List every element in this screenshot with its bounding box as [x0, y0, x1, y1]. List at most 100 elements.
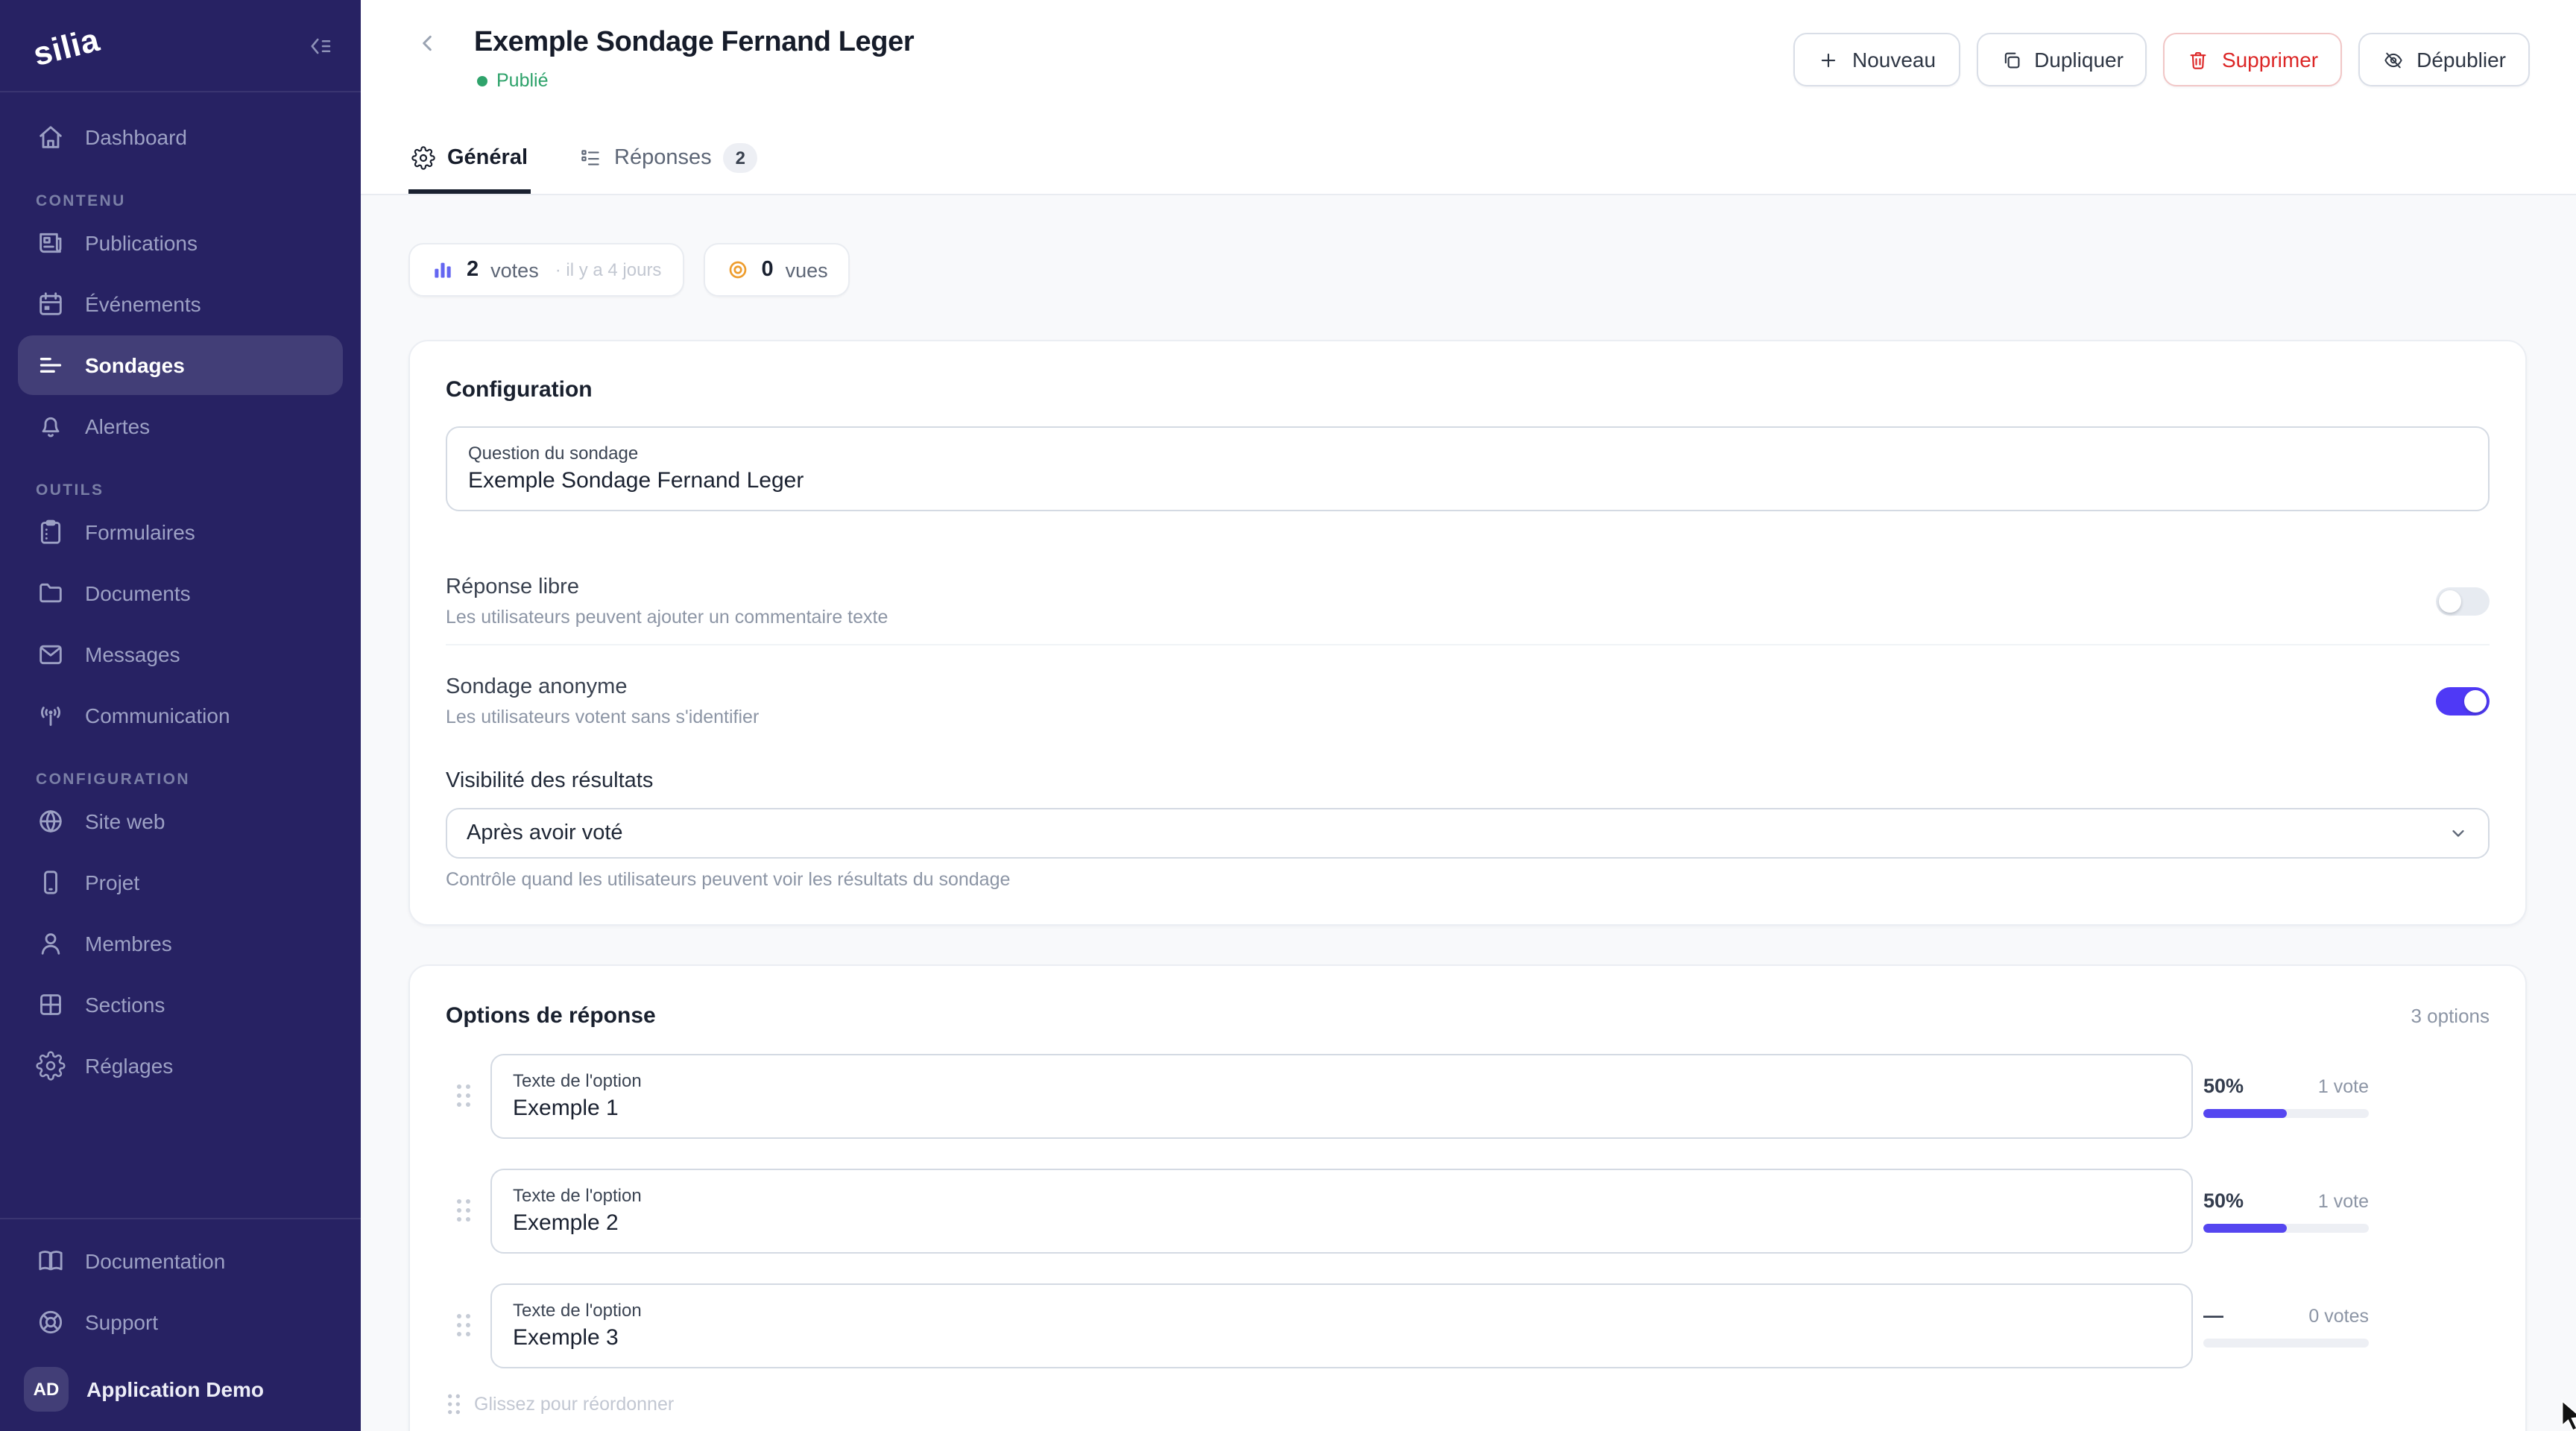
tab-general[interactable]: Général [408, 143, 531, 194]
sidebar-item-label: Membres [85, 932, 172, 955]
visibility-helper: Contrôle quand les utilisateurs peuvent … [446, 869, 2490, 891]
user-icon [36, 929, 66, 958]
drag-handle-icon[interactable] [446, 1198, 482, 1225]
sidebar-item-alertes[interactable]: Alertes [18, 397, 343, 456]
unpublish-button[interactable]: Dépublier [2358, 33, 2530, 86]
globe-icon [36, 806, 66, 836]
anonymous-poll-description: Les utilisateurs votent sans s'identifie… [446, 707, 759, 729]
new-button[interactable]: Nouveau [1794, 33, 1960, 86]
sidebar-item-label: Documentation [85, 1249, 225, 1273]
bell-icon [36, 411, 66, 441]
reorder-hint: Glissez pour réordonner [446, 1392, 2490, 1416]
stats-row: 2 votes · il y a 4 jours 0 vues [408, 243, 2576, 297]
plus-icon [1818, 48, 1840, 71]
sidebar-item-label: Formulaires [85, 520, 195, 544]
sidebar-item-label: Support [85, 1310, 158, 1334]
anonymous-poll-title: Sondage anonyme [446, 674, 759, 701]
drag-dots-icon [446, 1392, 462, 1416]
option-row: Texte de l'option Exemple 2 50% 1 vote [446, 1168, 2490, 1254]
sidebar-item-dashboard[interactable]: Dashboard [18, 107, 343, 167]
sidebar-collapse-icon[interactable] [307, 32, 334, 59]
page-title: Exemple Sondage Fernand Leger [474, 25, 914, 60]
sidebar-item-sondages[interactable]: Sondages [18, 335, 343, 395]
chevron-down-icon [2448, 823, 2469, 844]
broadcast-icon [36, 701, 66, 730]
home-icon [36, 122, 66, 152]
target-icon [725, 258, 749, 282]
free-response-description: Les utilisateurs peuvent ajouter un comm… [446, 607, 888, 629]
drag-handle-icon[interactable] [446, 1312, 482, 1339]
visibility-select[interactable]: Après avoir voté [446, 808, 2490, 859]
option-votes: 1 vote [2318, 1191, 2369, 1212]
option-stats: 50% 1 vote [2203, 1190, 2369, 1233]
sidebar-item-support[interactable]: Support [18, 1292, 343, 1352]
options-card: Options de réponse 3 options Texte de l'… [408, 964, 2527, 1431]
sidebar-item-evenements[interactable]: Événements [18, 274, 343, 334]
toggle-knob [2464, 690, 2487, 713]
views-label: vues [786, 259, 828, 281]
back-button[interactable] [416, 31, 440, 55]
option-input[interactable]: Texte de l'option Exemple 3 [490, 1283, 2193, 1368]
life-buoy-icon [36, 1307, 66, 1337]
newspaper-icon [36, 228, 66, 258]
sidebar-item-publications[interactable]: Publications [18, 213, 343, 273]
header-actions: Nouveau Dupliquer Supprimer Dépublier [1794, 33, 2530, 86]
sidebar-item-label: Documents [85, 581, 191, 605]
sidebar-item-label: Projet [85, 871, 139, 894]
toggle-knob [2439, 590, 2461, 613]
visibility-label: Visibilité des résultats [446, 768, 2490, 795]
status-badge: Publié [477, 70, 549, 91]
sidebar-logo-row: silia [0, 0, 361, 92]
tab-reponses[interactable]: Réponses 2 [575, 143, 760, 194]
sidebar-item-label: Alertes [85, 414, 150, 438]
sidebar-item-site-web[interactable]: Site web [18, 792, 343, 851]
option-percent: 50% [2203, 1075, 2244, 1097]
options-header: Options de réponse 3 options [446, 1005, 2490, 1029]
sidebar-item-projet[interactable]: Projet [18, 853, 343, 912]
delete-button[interactable]: Supprimer [2164, 33, 2342, 86]
mail-icon [36, 639, 66, 669]
poll-icon [36, 350, 66, 380]
option-progress-fill [2203, 1224, 2286, 1233]
main-content: 2 votes · il y a 4 jours 0 vues Configur… [361, 195, 2576, 1431]
option-progress-fill [2203, 1109, 2286, 1118]
options-count: 3 options [2411, 1005, 2490, 1027]
votes-label: votes [490, 259, 539, 281]
sidebar-item-membres[interactable]: Membres [18, 914, 343, 973]
sidebar-item-label: Publications [85, 231, 198, 255]
option-input[interactable]: Texte de l'option Exemple 1 [490, 1053, 2193, 1139]
folder-icon [36, 578, 66, 608]
sidebar-item-reglages[interactable]: Réglages [18, 1036, 343, 1096]
grid-icon [36, 990, 66, 1020]
sidebar-item-sections[interactable]: Sections [18, 975, 343, 1034]
user-menu[interactable]: AD Application Demo [18, 1362, 343, 1416]
sidebar-nav: Dashboard CONTENU Publications Événement… [0, 92, 361, 1097]
sidebar-item-documents[interactable]: Documents [18, 563, 343, 623]
question-input[interactable]: Question du sondage Exemple Sondage Fern… [446, 426, 2490, 511]
trash-icon [2188, 48, 2210, 71]
option-stats: 50% 1 vote [2203, 1075, 2369, 1118]
divider [446, 644, 2490, 645]
duplicate-button[interactable]: Dupliquer [1976, 33, 2147, 86]
sidebar-item-label: Dashboard [85, 125, 187, 149]
gear-icon [411, 146, 435, 170]
sidebar-section-outils: OUTILS [18, 470, 343, 502]
sidebar-item-label: Communication [85, 704, 230, 727]
sidebar-item-messages[interactable]: Messages [18, 625, 343, 684]
sidebar-section-configuration: CONFIGURATION [18, 759, 343, 792]
option-votes: 1 vote [2318, 1076, 2369, 1097]
sidebar-footer: Documentation Support AD Application Dem… [0, 1218, 361, 1431]
views-chip: 0 vues [703, 243, 850, 297]
anonymous-poll-toggle[interactable] [2436, 687, 2490, 716]
views-count: 0 [761, 258, 773, 282]
brand-logo: silia [30, 20, 104, 74]
configuration-title: Configuration [446, 379, 2490, 402]
free-response-toggle[interactable] [2436, 587, 2490, 616]
option-input[interactable]: Texte de l'option Exemple 2 [490, 1168, 2193, 1254]
tab-bar: Général Réponses 2 [408, 143, 760, 194]
sidebar-item-label: Site web [85, 809, 165, 833]
sidebar-item-communication[interactable]: Communication [18, 686, 343, 745]
sidebar-item-documentation[interactable]: Documentation [18, 1231, 343, 1291]
sidebar-item-formulaires[interactable]: Formulaires [18, 502, 343, 562]
drag-handle-icon[interactable] [446, 1083, 482, 1110]
